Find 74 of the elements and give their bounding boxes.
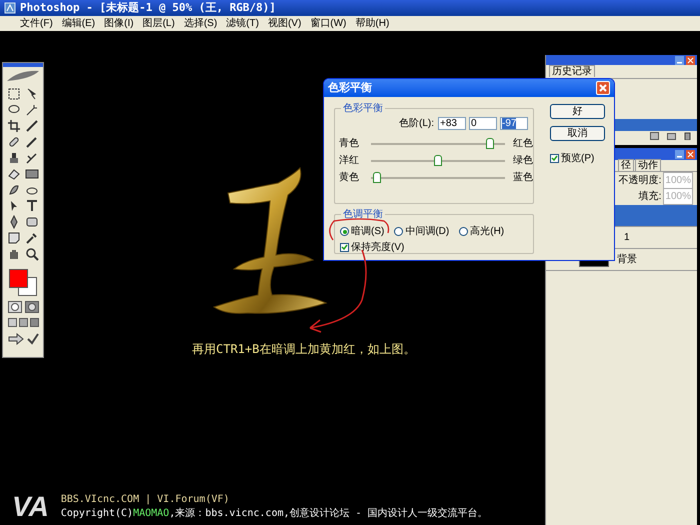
- close-icon[interactable]: [686, 56, 695, 64]
- minimize-icon[interactable]: [675, 56, 684, 64]
- levels-label: 色阶(L):: [399, 117, 434, 131]
- type-icon[interactable]: [25, 199, 39, 213]
- menu-item[interactable]: 编辑(E): [62, 18, 96, 30]
- close-icon[interactable]: [686, 150, 695, 158]
- slider-thumb[interactable]: [434, 155, 442, 166]
- app-icon: [4, 2, 16, 14]
- checkbox-label: 保持亮度(V): [351, 240, 404, 255]
- window-title: Photoshop - [未标题-1 @ 50% (王, RGB/8)]: [20, 0, 276, 16]
- minimize-icon[interactable]: [675, 150, 684, 158]
- menu-item[interactable]: 文件(F): [20, 18, 53, 30]
- jump-arrow-icon[interactable]: [8, 333, 24, 345]
- color-label: 洋红: [338, 154, 360, 168]
- menu-item[interactable]: 图像(I): [104, 18, 134, 30]
- feather-icon: [5, 69, 41, 83]
- color-label: 绿色: [513, 154, 533, 168]
- footer-text: BBS.VIcnc.COM | VI.Forum(VF): [60, 493, 230, 507]
- checkbox-label: 预览(P): [561, 152, 594, 166]
- level-field[interactable]: +83: [438, 117, 466, 130]
- dialog-button[interactable]: 取消: [550, 126, 605, 141]
- layer-name: 1: [624, 231, 630, 245]
- slider-track[interactable]: [371, 137, 505, 150]
- layer-name: 背景: [617, 252, 637, 267]
- eyedropper-icon[interactable]: [25, 231, 39, 245]
- color-label: 红色: [513, 137, 533, 151]
- caption-text: 再用CTR1+B在暗调上加黄加红，如上图。: [192, 341, 416, 358]
- quick-mask-icon[interactable]: [24, 301, 38, 313]
- radio-label: 中间调(D): [405, 224, 450, 239]
- checkbox[interactable]: [550, 154, 559, 163]
- color-label: 蓝色: [513, 170, 533, 185]
- radio-button[interactable]: [340, 227, 349, 236]
- color-label: 青色: [338, 136, 360, 151]
- shape-icon[interactable]: [25, 215, 39, 229]
- color-label: 黄色: [338, 170, 360, 185]
- radio-label: 暗调(S): [351, 224, 384, 239]
- menu-item[interactable]: 滤镜(T): [226, 18, 259, 30]
- zoom-icon[interactable]: [25, 247, 39, 261]
- menu-item[interactable]: 选择(S): [184, 18, 218, 30]
- marquee-icon[interactable]: [7, 87, 21, 101]
- opacity-label: 不透明度:: [618, 174, 662, 188]
- notes-icon[interactable]: [7, 231, 21, 245]
- menu-item[interactable]: 视图(V): [268, 18, 302, 30]
- slider-thumb[interactable]: [486, 138, 494, 149]
- slider-track[interactable]: [371, 154, 505, 167]
- close-icon: [599, 84, 607, 92]
- radio-button[interactable]: [394, 227, 404, 236]
- move-icon[interactable]: [25, 87, 39, 101]
- crop-icon[interactable]: [7, 119, 21, 133]
- menu-item[interactable]: 帮助(H): [355, 18, 390, 30]
- copyright-text: Copyright(C)MAOMAO,来源：bbs.vicnc.com,创意设计论坛 - 国内设计人一级交流平台。: [60, 507, 488, 521]
- close-button[interactable]: [596, 81, 610, 95]
- radio-button[interactable]: [459, 227, 468, 236]
- dialog-button[interactable]: 好: [550, 104, 605, 119]
- slider-track[interactable]: [371, 171, 505, 184]
- checkbox[interactable]: [340, 243, 349, 252]
- panel-tab[interactable]: 历史记录: [549, 65, 595, 77]
- group-label: 色彩平衡: [341, 101, 385, 116]
- stamp-icon[interactable]: [7, 151, 21, 165]
- level-field[interactable]: 0: [469, 117, 497, 130]
- fill-label: 填充:: [638, 190, 662, 204]
- level-field[interactable]: -97: [500, 117, 528, 130]
- dialog-title: 色彩平衡: [328, 80, 372, 96]
- magic-wand-icon[interactable]: [25, 103, 39, 117]
- logo: VA: [12, 492, 49, 522]
- menu-item[interactable]: 图层(L): [142, 18, 175, 30]
- slider-thumb[interactable]: [372, 172, 381, 183]
- standard-mode-icon[interactable]: [8, 301, 22, 313]
- checkmark-icon[interactable]: [26, 333, 38, 345]
- panel-tab[interactable]: 动作: [635, 159, 661, 171]
- radio-label: 高光(H): [470, 224, 504, 239]
- menu-item[interactable]: 窗口(W): [310, 18, 346, 30]
- color-swatches-icon[interactable]: [9, 269, 37, 296]
- panel-tab[interactable]: 径: [618, 159, 634, 171]
